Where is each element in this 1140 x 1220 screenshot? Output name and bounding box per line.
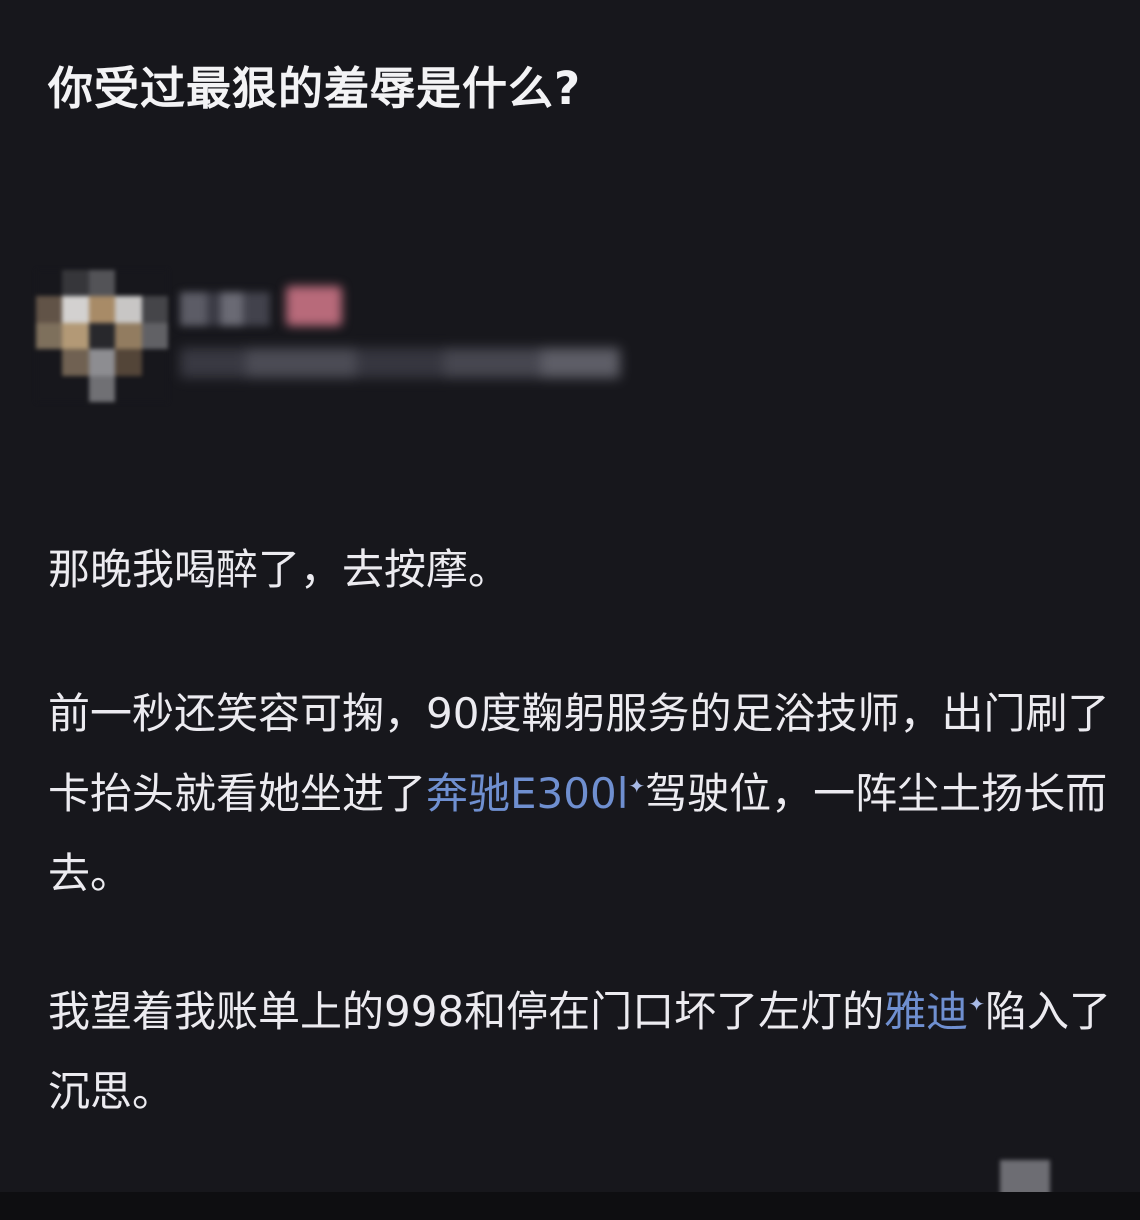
user-badge-blurred xyxy=(286,286,342,326)
question-title: 你受过最狠的羞辱是什么? xyxy=(48,62,582,115)
answer-paragraph-2: 前一秒还笑容可掬，90度鞠躬服务的足浴技师，出门刷了卡抬头就看她坐进了奔驰E30… xyxy=(48,674,1118,914)
answer-paragraph-1: 那晚我喝醉了，去按摩。 xyxy=(48,545,511,594)
username-blurred[interactable] xyxy=(180,292,270,326)
answer-text: 我望着我账单上的998和停在门口坏了左灯的 xyxy=(48,987,885,1036)
answer-paragraph-3: 我望着我账单上的998和停在门口坏了左灯的雅迪✦陷入了沉思。 xyxy=(48,972,1118,1132)
keyword-link-label: 奔驰E300l xyxy=(426,769,629,818)
bottom-bar xyxy=(0,1192,1140,1220)
keyword-link-label: 雅迪 xyxy=(884,987,969,1036)
answer-body: 那晚我喝醉了，去按摩。 前一秒还笑容可掬，90度鞠躬服务的足浴技师，出门刷了卡抬… xyxy=(48,530,1118,1132)
avatar[interactable] xyxy=(36,270,168,402)
keyword-link-yadea[interactable]: 雅迪✦ xyxy=(884,987,985,1036)
sparkle-icon: ✦ xyxy=(968,992,985,1016)
keyword-link-benz[interactable]: 奔驰E300l✦ xyxy=(426,769,645,818)
user-header[interactable] xyxy=(30,262,650,422)
sparkle-icon: ✦ xyxy=(628,774,646,798)
user-meta-blurred xyxy=(180,348,620,378)
